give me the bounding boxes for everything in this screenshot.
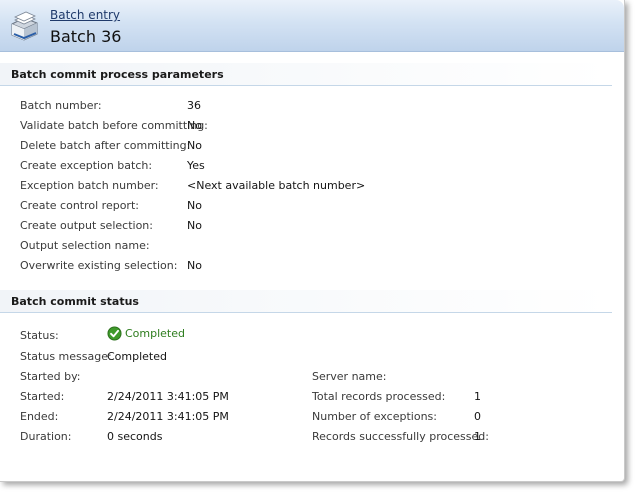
records-success-label: Records successfully processed: — [312, 430, 489, 443]
ended-label: Ended: — [20, 410, 59, 423]
overwrite-selection-label: Overwrite existing selection: — [20, 259, 178, 272]
started-label: Started: — [20, 390, 65, 403]
batch-window: Batch entry Batch 36 Batch commit proces… — [0, 0, 625, 482]
create-control-report-value: No — [187, 199, 202, 212]
started-value: 2/24/2011 3:41:05 PM — [107, 390, 229, 403]
status-label: Status: — [20, 329, 59, 342]
duration-value: 0 seconds — [107, 430, 163, 443]
records-success-value: 1 — [474, 430, 481, 443]
status-value-text: Completed — [125, 326, 185, 340]
params-section-header: Batch commit process parameters — [0, 63, 612, 86]
batch-entry-icon — [11, 11, 38, 41]
ended-value: 2/24/2011 3:41:05 PM — [107, 410, 229, 423]
started-by-label: Started by: — [20, 370, 81, 383]
breadcrumb-batch-entry-link[interactable]: Batch entry — [50, 8, 120, 22]
create-exception-value: Yes — [187, 159, 205, 172]
total-records-value: 1 — [474, 390, 481, 403]
page-header: Batch entry Batch 36 — [0, 0, 624, 52]
delete-batch-value: No — [187, 139, 202, 152]
exception-batch-number-label: Exception batch number: — [20, 179, 159, 192]
validate-batch-label: Validate batch before committing: — [20, 119, 208, 132]
validate-batch-value: No — [187, 119, 202, 132]
duration-label: Duration: — [20, 430, 72, 443]
status-section-title: Batch commit status — [11, 295, 139, 308]
status-value: Completed — [107, 325, 185, 341]
exceptions-label: Number of exceptions: — [312, 410, 437, 423]
exception-batch-number-value: <Next available batch number> — [187, 179, 366, 192]
total-records-label: Total records processed: — [312, 390, 446, 403]
overwrite-selection-value: No — [187, 259, 202, 272]
page-title: Batch 36 — [50, 27, 122, 46]
params-section-title: Batch commit process parameters — [11, 68, 224, 81]
delete-batch-label: Delete batch after committing: — [20, 139, 191, 152]
create-output-selection-label: Create output selection: — [20, 219, 153, 232]
batch-number-value: 36 — [187, 99, 201, 112]
check-circle-icon — [107, 325, 122, 341]
exceptions-value: 0 — [474, 410, 481, 423]
output-selection-name-label: Output selection name: — [20, 239, 150, 252]
create-control-report-label: Create control report: — [20, 199, 139, 212]
status-section-header: Batch commit status — [0, 290, 612, 313]
batch-number-label: Batch number: — [20, 99, 102, 112]
status-message-value: Completed — [107, 350, 167, 363]
create-output-selection-value: No — [187, 219, 202, 232]
status-message-label: Status message: — [20, 350, 112, 363]
server-name-label: Server name: — [312, 370, 387, 383]
create-exception-label: Create exception batch: — [20, 159, 153, 172]
